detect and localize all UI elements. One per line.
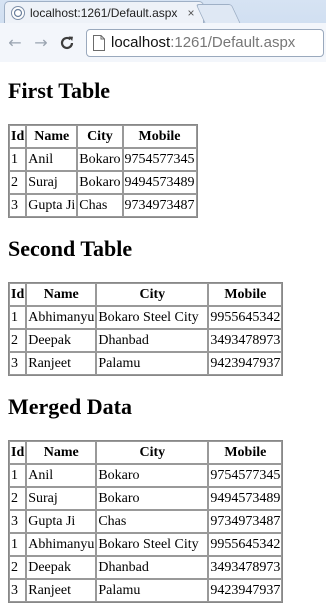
table-cell-name: Gupta Ji	[26, 510, 97, 533]
browser-chrome: localhost:1261/Default.aspx × ← → localh…	[0, 0, 326, 62]
table-cell-city: Bokaro	[96, 487, 209, 510]
table-cell-city: Bokaro	[96, 464, 209, 487]
table-cell-name: Abhimanyu	[26, 533, 97, 556]
table-cell-mobile: 9754577345	[122, 148, 197, 171]
table-cell-id: 2	[9, 329, 27, 352]
browser-toolbar: ← → localhost:1261/Default.aspx	[0, 23, 326, 62]
back-button[interactable]: ←	[4, 32, 26, 54]
table-cell-mobile: 9955645342	[208, 533, 283, 556]
table-cell-mobile: 3493478973	[208, 329, 283, 352]
forward-button[interactable]: →	[30, 32, 52, 54]
table-cell-city: Chas	[96, 510, 209, 533]
table-cell-city: Palamu	[96, 352, 209, 375]
table-cell-mobile: 9494573489	[122, 171, 197, 194]
table-header-row: Id Name City Mobile	[9, 125, 197, 148]
table-row: 3 Gupta Ji Chas 9734973487	[9, 510, 283, 533]
merged-data-table: Id Name City Mobile 1 Anil Bokaro 9754577345 2 S…	[8, 440, 284, 603]
second-table: Id Name City Mobile 1 Abhimanyu Bokaro Steel …	[8, 282, 284, 376]
table-row: 3 Ranjeet Palamu 9423947937	[9, 352, 283, 375]
merged-data-heading: Merged Data	[8, 394, 133, 419]
page-icon	[93, 34, 105, 51]
table-cell-id: 1	[9, 464, 27, 487]
column-header-city: City	[77, 125, 123, 148]
table-row: 1 Anil Bokaro 9754577345	[9, 464, 283, 487]
table-cell-id: 2	[9, 171, 27, 194]
table-cell-id: 1	[9, 533, 27, 556]
table-cell-name: Anil	[26, 148, 78, 171]
url-host: localhost	[111, 34, 171, 51]
table-cell-id: 3	[9, 352, 27, 375]
table-cell-mobile: 9754577345	[208, 464, 283, 487]
table-row: 2 Deepak Dhanbad 3493478973	[9, 556, 283, 579]
tab-strip: localhost:1261/Default.aspx ×	[0, 0, 326, 23]
column-header-id: Id	[9, 283, 27, 306]
second-table-heading: Second Table	[8, 236, 133, 261]
column-header-id: Id	[9, 125, 27, 148]
table-row: 2 Deepak Dhanbad 3493478973	[9, 329, 283, 352]
table-row: 3 Ranjeet Palamu 9423947937	[9, 579, 283, 602]
table-cell-id: 1	[9, 148, 27, 171]
column-header-city: City	[96, 283, 209, 306]
table-header-row: Id Name City Mobile	[9, 441, 283, 464]
table-cell-id: 2	[9, 487, 27, 510]
table-row: 1 Abhimanyu Bokaro Steel City 9955645342	[9, 306, 283, 329]
table-cell-mobile: 9423947937	[208, 579, 283, 602]
table-cell-mobile: 9734973487	[122, 194, 197, 217]
table-cell-id: 3	[9, 579, 27, 602]
table-cell-id: 3	[9, 194, 27, 217]
table-header-row: Id Name City Mobile	[9, 283, 283, 306]
table-row: 2 Suraj Bokaro 9494573489	[9, 171, 197, 194]
table-cell-mobile: 9955645342	[208, 306, 283, 329]
table-cell-id: 3	[9, 510, 27, 533]
table-cell-name: Anil	[26, 464, 97, 487]
table-cell-mobile: 9494573489	[208, 487, 283, 510]
table-cell-name: Suraj	[26, 487, 97, 510]
table-cell-mobile: 3493478973	[208, 556, 283, 579]
tab-close-icon[interactable]: ×	[184, 6, 198, 20]
table-cell-name: Deepak	[26, 329, 97, 352]
table-cell-city: Bokaro	[77, 148, 123, 171]
table-cell-name: Suraj	[26, 171, 78, 194]
table-cell-name: Abhimanyu	[26, 306, 97, 329]
address-bar[interactable]: localhost:1261/Default.aspx	[86, 28, 324, 57]
page-favicon-icon	[11, 5, 25, 20]
table-cell-mobile: 9423947937	[208, 352, 283, 375]
table-cell-name: Deepak	[26, 556, 97, 579]
reload-icon	[60, 36, 74, 49]
first-table: Id Name City Mobile 1 Anil Bokaro 9754577345 2 S…	[8, 124, 198, 218]
table-row: 2 Suraj Bokaro 9494573489	[9, 487, 283, 510]
column-header-mobile: Mobile	[208, 283, 283, 306]
column-header-mobile: Mobile	[208, 441, 283, 464]
table-cell-city: Palamu	[96, 579, 209, 602]
column-header-name: Name	[26, 441, 97, 464]
first-table-heading: First Table	[8, 78, 111, 103]
table-cell-id: 1	[9, 306, 27, 329]
table-row: 1 Anil Bokaro 9754577345	[9, 148, 197, 171]
table-cell-city: Chas	[77, 194, 123, 217]
new-tab-button[interactable]	[195, 4, 241, 23]
table-cell-mobile: 9734973487	[208, 510, 283, 533]
column-header-city: City	[96, 441, 209, 464]
table-cell-name: Gupta Ji	[26, 194, 78, 217]
reload-button[interactable]	[56, 32, 78, 54]
table-cell-city: Dhanbad	[96, 329, 209, 352]
column-header-mobile: Mobile	[122, 125, 197, 148]
table-cell-city: Bokaro Steel City	[96, 306, 209, 329]
table-cell-id: 2	[9, 556, 27, 579]
column-header-name: Name	[26, 125, 78, 148]
column-header-name: Name	[26, 283, 97, 306]
table-cell-city: Bokaro Steel City	[96, 533, 209, 556]
url-path: :1261/Default.aspx	[170, 34, 296, 51]
table-row: 3 Gupta Ji Chas 9734973487	[9, 194, 197, 217]
table-cell-name: Ranjeet	[26, 579, 97, 602]
table-cell-city: Bokaro	[77, 171, 123, 194]
browser-tab[interactable]: localhost:1261/Default.aspx ×	[4, 1, 204, 23]
table-row: 1 Abhimanyu Bokaro Steel City 9955645342	[9, 533, 283, 556]
table-cell-city: Dhanbad	[96, 556, 209, 579]
tab-title: localhost:1261/Default.aspx	[30, 5, 178, 20]
table-cell-name: Ranjeet	[26, 352, 97, 375]
column-header-id: Id	[9, 441, 27, 464]
